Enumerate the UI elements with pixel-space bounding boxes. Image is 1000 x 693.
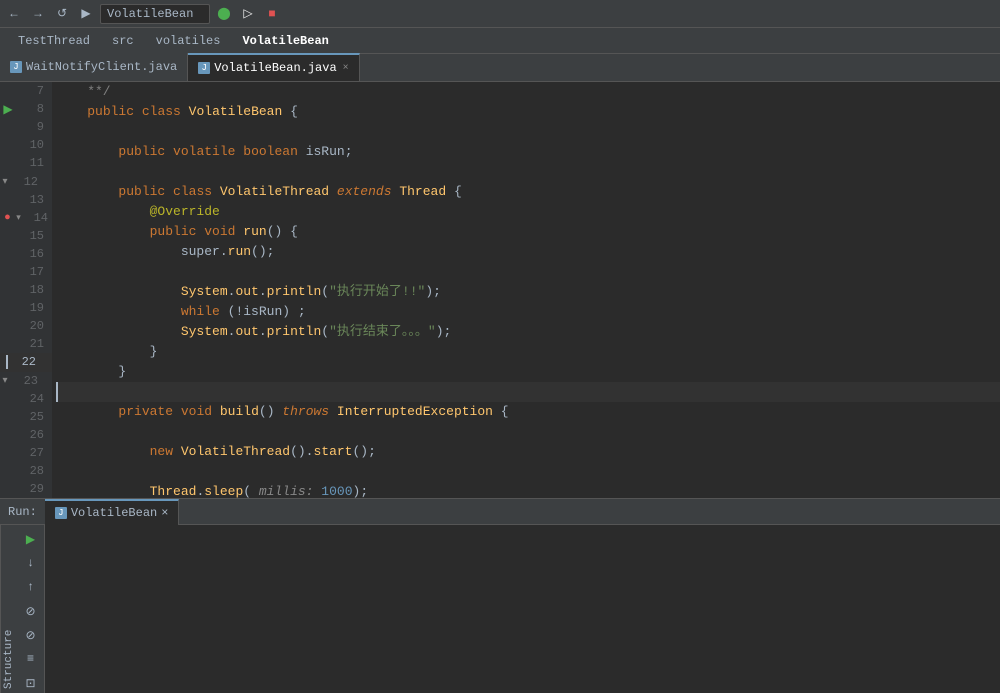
file-icon-java-active: J	[198, 62, 210, 74]
run-output	[45, 525, 1000, 693]
line-num-14: 14	[22, 211, 48, 225]
project-tabs: TestThread src volatiles VolatileBean	[0, 28, 1000, 54]
code-line-26	[56, 462, 1000, 482]
toolbar: ← → ↺ ▶ VolatileBean ⬤ ▷ ■	[0, 0, 1000, 28]
line-num-12: 12	[10, 175, 38, 189]
toolbar-btn-run[interactable]: ▶	[76, 4, 96, 24]
code-line-10: public volatile boolean isRun;	[56, 142, 1000, 162]
code-line-16	[56, 262, 1000, 282]
project-tab-volatiles[interactable]: volatiles	[146, 32, 231, 50]
file-tab-volatilebean[interactable]: J VolatileBean.java ×	[188, 53, 359, 81]
fold-icon-12[interactable]: ▾	[0, 174, 10, 190]
code-line-9	[56, 122, 1000, 142]
code-editor[interactable]: **/ public class VolatileBean { public v…	[52, 82, 1000, 498]
structure-panel-label[interactable]: Structure	[0, 525, 17, 693]
code-line-11	[56, 162, 1000, 182]
fold-icon-14[interactable]: ▾	[15, 210, 22, 226]
code-line-18: while (!isRun) ;	[56, 302, 1000, 322]
run-panel: Run: J VolatileBean × Structure ▶ ↓ ↑ ⊘ …	[0, 498, 1000, 636]
code-line-22	[56, 382, 1000, 402]
line-num-8: 8	[16, 102, 44, 116]
run-grid-btn[interactable]: ⊡	[21, 673, 41, 693]
code-line-7: **/	[56, 82, 1000, 102]
run-tab-label: VolatileBean	[71, 506, 157, 520]
run-panel-tabs: Run: J VolatileBean ×	[0, 499, 1000, 525]
run-play-btn[interactable]: ▶	[21, 529, 41, 549]
project-tab-volatilebean[interactable]: VolatileBean	[232, 32, 338, 50]
code-line-23: private void build() throws InterruptedE…	[56, 402, 1000, 422]
run-panel-content: Structure ▶ ↓ ↑ ⊘ ⊘ ≡ ⊡	[0, 525, 1000, 693]
project-tab-testthread[interactable]: TestThread	[8, 32, 100, 50]
code-line-24	[56, 422, 1000, 442]
gutter-row-23: ▾ 23	[0, 372, 52, 390]
code-line-14: public void run() {	[56, 222, 1000, 242]
run-label: Run:	[0, 505, 45, 519]
code-line-27: Thread.sleep( millis: 1000);	[56, 482, 1000, 498]
run-stop1-btn[interactable]: ⊘	[21, 601, 41, 621]
run-stop2-btn[interactable]: ⊘	[21, 625, 41, 645]
toolbar-btn-back[interactable]: ←	[4, 4, 24, 24]
file-icon-java: J	[10, 61, 22, 73]
run-menu-btn[interactable]: ≡	[21, 649, 41, 669]
toolbar-btn-record[interactable]: ⬤	[214, 4, 234, 24]
line-num-23: 23	[10, 374, 38, 388]
file-tab-waitnotifyclient[interactable]: J WaitNotifyClient.java	[0, 53, 188, 81]
toolbar-btn-stop[interactable]: ■	[262, 4, 282, 24]
code-line-25: new VolatileThread().start();	[56, 442, 1000, 462]
code-line-17: System.out.println("执行开始了!!");	[56, 282, 1000, 302]
line-num-22: 22	[8, 355, 36, 369]
run-tab-close[interactable]: ×	[161, 506, 168, 520]
project-tab-src[interactable]: src	[102, 32, 144, 50]
code-line-12: public class VolatileThread extends Thre…	[56, 182, 1000, 202]
gutter-row-8: ▶ 8	[0, 100, 52, 118]
gutter-icon-7	[0, 83, 16, 99]
run-up-btn[interactable]: ↑	[21, 577, 41, 597]
line-num-7: 7	[16, 84, 44, 98]
fold-icon-23[interactable]: ▾	[0, 373, 10, 389]
editor-area: 7 ▶ 8 9 10 11 ▾ 12 13 ● ▾ 14 15 16 17	[0, 82, 1000, 498]
code-line-19: System.out.println("执行结束了。。。");	[56, 322, 1000, 342]
toolbar-btn-refresh[interactable]: ↺	[52, 4, 72, 24]
breadcrumb[interactable]: VolatileBean	[100, 4, 210, 24]
toolbar-btn-debug[interactable]: ▷	[238, 4, 258, 24]
breakpoint-icon-14[interactable]: ●	[0, 210, 15, 226]
code-line-13: @Override	[56, 202, 1000, 222]
run-tab-icon: J	[55, 507, 67, 519]
run-tab-volatilebean[interactable]: J VolatileBean ×	[45, 499, 180, 525]
code-line-21: }	[56, 362, 1000, 382]
close-tab-icon[interactable]: ×	[343, 63, 349, 74]
code-line-20: }	[56, 342, 1000, 362]
gutter-row-14: ● ▾ 14	[0, 209, 52, 227]
run-icon-8[interactable]: ▶	[0, 101, 16, 117]
gutter-row-12: ▾ 12	[0, 172, 52, 190]
toolbar-btn-forward[interactable]: →	[28, 4, 48, 24]
code-line-8: public class VolatileBean {	[56, 102, 1000, 122]
run-sidebar: ▶ ↓ ↑ ⊘ ⊘ ≡ ⊡	[17, 525, 45, 693]
file-tabs: J WaitNotifyClient.java J VolatileBean.j…	[0, 54, 1000, 82]
gutter-row-7: 7	[0, 82, 52, 100]
code-line-15: super.run();	[56, 242, 1000, 262]
line-gutter: 7 ▶ 8 9 10 11 ▾ 12 13 ● ▾ 14 15 16 17	[0, 82, 52, 498]
run-down-btn[interactable]: ↓	[21, 553, 41, 573]
